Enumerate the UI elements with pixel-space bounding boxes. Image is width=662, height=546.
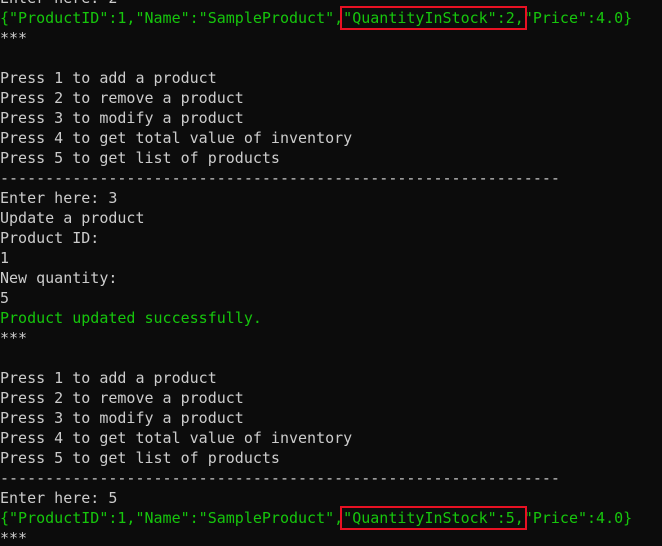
json-segment: {"ProductID":1,"Name":"SampleProduct", xyxy=(0,509,344,527)
console-line: Press 3 to modify a product xyxy=(0,109,244,127)
console-line: Product updated successfully. xyxy=(0,309,262,327)
console-line: *** xyxy=(0,329,28,347)
console-line: {"ProductID":1,"Name":"SampleProduct","Q… xyxy=(0,6,662,30)
console-line: Enter here: 2 xyxy=(0,0,662,8)
console-output: Enter here: 2{"ProductID":1,"Name":"Samp… xyxy=(0,0,662,546)
console-line: 1 xyxy=(0,249,10,267)
console-line: {"ProductID":1,"Name":"SampleProduct","Q… xyxy=(0,506,662,530)
json-segment: {"ProductID":1,"Name":"SampleProduct", xyxy=(0,9,344,27)
console-line: Press 1 to add a product xyxy=(0,369,217,387)
console-line: Press 1 to add a product xyxy=(0,69,217,87)
console-line: Press 2 to remove a product xyxy=(0,389,244,407)
console-line: Press 2 to remove a product xyxy=(0,89,244,107)
console-line: ----------------------------------------… xyxy=(0,169,560,187)
console-line: Enter here: 3 xyxy=(0,189,118,207)
console-line: ----------------------------------------… xyxy=(0,469,560,487)
console-line: Press 5 to get list of products xyxy=(0,449,280,467)
console-line: *** xyxy=(0,29,28,47)
json-segment: "Price":4.0} xyxy=(523,509,633,527)
console-line: Press 3 to modify a product xyxy=(0,409,244,427)
json-segment: "Price":4.0} xyxy=(523,9,633,27)
console-line: Product ID: xyxy=(0,229,100,247)
console-line: New quantity: xyxy=(0,269,118,287)
console-line: Press 5 to get list of products xyxy=(0,149,280,167)
console-line: Press 4 to get total value of inventory xyxy=(0,129,353,147)
console-line: Enter here: 5 xyxy=(0,489,118,507)
console-line: Press 4 to get total value of inventory xyxy=(0,429,353,447)
highlighted-quantity: "QuantityInStock":5, xyxy=(340,506,527,530)
console-line: *** xyxy=(0,529,28,546)
highlighted-quantity: "QuantityInStock":2, xyxy=(340,6,527,30)
console-line: 5 xyxy=(0,289,10,307)
console-line: Update a product xyxy=(0,209,145,227)
